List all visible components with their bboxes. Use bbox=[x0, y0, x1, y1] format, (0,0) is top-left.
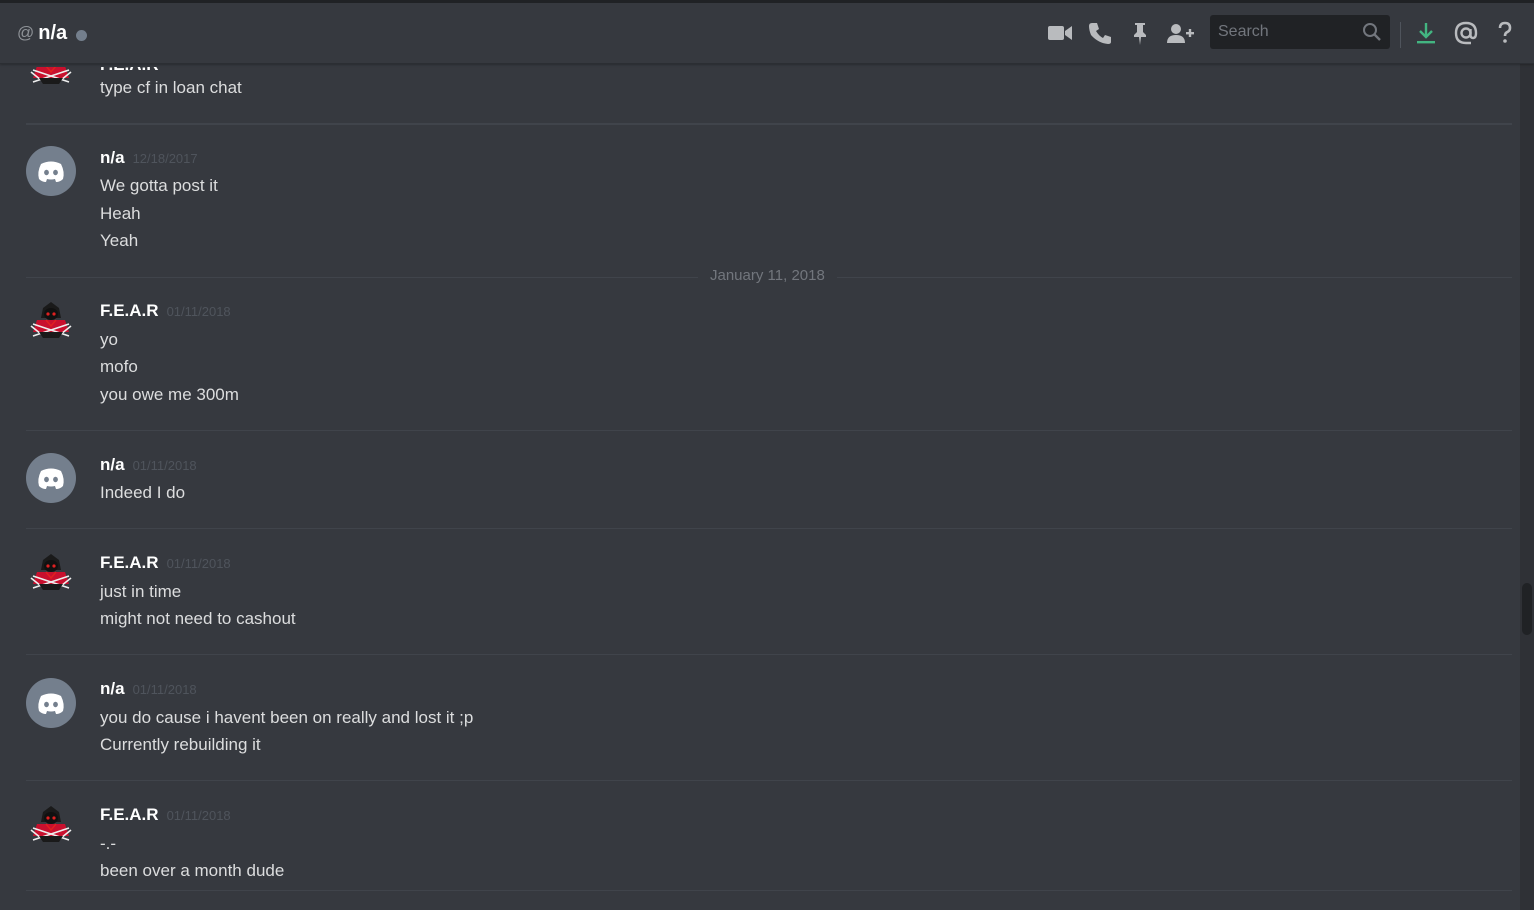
add-friend-icon[interactable] bbox=[1166, 20, 1194, 46]
search-icon[interactable] bbox=[1362, 22, 1382, 42]
message-text: mofo bbox=[100, 357, 138, 376]
chat-window: type cf in loan chat n/a 12/18/2017 We g… bbox=[0, 0, 1534, 910]
channel-header: @ n/a bbox=[0, 3, 1534, 64]
message-header: F.E.A.R 01/11/2018 bbox=[100, 553, 231, 573]
message-header: F.E.A.R 01/11/2018 bbox=[100, 805, 231, 825]
message-separator bbox=[26, 780, 1512, 781]
message-text: Currently rebuilding it bbox=[100, 735, 261, 754]
fear-avatar[interactable] bbox=[26, 299, 76, 349]
timestamp: 01/11/2018 bbox=[166, 556, 231, 571]
help-icon[interactable] bbox=[1492, 20, 1518, 46]
page-title: n/a bbox=[38, 21, 68, 44]
avatar[interactable] bbox=[26, 678, 76, 728]
message-text: Yeah bbox=[100, 231, 139, 250]
avatar[interactable] bbox=[26, 453, 76, 503]
discord-default-icon bbox=[38, 161, 64, 182]
message-text: Heah bbox=[100, 204, 141, 223]
message-text: type cf in loan chat bbox=[100, 78, 242, 97]
download-icon[interactable] bbox=[1413, 20, 1439, 46]
username[interactable]: n/a bbox=[100, 679, 125, 699]
date-divider: January 11, 2018 bbox=[698, 267, 837, 284]
fear-avatar[interactable] bbox=[26, 551, 76, 601]
username[interactable]: n/a bbox=[100, 455, 125, 475]
message-separator bbox=[26, 430, 1512, 431]
fear-avatar[interactable] bbox=[26, 803, 76, 853]
message-text: -.- bbox=[100, 834, 117, 853]
discord-default-icon bbox=[38, 693, 64, 714]
timestamp: 01/11/2018 bbox=[166, 808, 231, 823]
message-separator bbox=[26, 890, 1512, 891]
timestamp: 12/18/2017 bbox=[132, 151, 198, 166]
message-text: just in time bbox=[100, 582, 182, 601]
video-icon[interactable] bbox=[1047, 20, 1073, 46]
dm-title-area: @ n/a bbox=[0, 21, 88, 45]
message-text: you owe me 300m bbox=[100, 385, 239, 404]
message-header: n/a 12/18/2017 bbox=[100, 148, 198, 168]
scrollbar-track[interactable] bbox=[1520, 64, 1534, 910]
message-header: n/a 01/11/2018 bbox=[100, 455, 197, 475]
pin-icon[interactable] bbox=[1127, 20, 1153, 46]
message-header: n/a 01/11/2018 bbox=[100, 679, 197, 699]
message-group bbox=[26, 124, 1512, 125]
message-header: F.E.A.R 01/11/2018 bbox=[100, 301, 231, 321]
search-input[interactable] bbox=[1218, 23, 1358, 41]
message-text: you do cause i havent been on really and… bbox=[100, 708, 474, 727]
status-indicator bbox=[76, 29, 88, 41]
message-separator bbox=[26, 528, 1512, 529]
username[interactable]: F.E.A.R bbox=[100, 301, 159, 321]
username[interactable]: F.E.A.R bbox=[100, 553, 159, 573]
at-icon: @ bbox=[17, 23, 35, 42]
message-text: yo bbox=[100, 330, 118, 349]
avatar[interactable] bbox=[26, 146, 76, 196]
search-box[interactable] bbox=[1210, 15, 1390, 49]
timestamp: 01/11/2018 bbox=[166, 304, 231, 319]
phone-icon[interactable] bbox=[1087, 20, 1113, 46]
message-text: might not need to cashout bbox=[100, 609, 296, 628]
timestamp: 01/11/2018 bbox=[132, 682, 197, 697]
username[interactable]: F.E.A.R bbox=[100, 805, 159, 825]
discord-default-icon bbox=[38, 468, 64, 489]
message-text: been over a month dude bbox=[100, 861, 285, 880]
message-separator bbox=[26, 654, 1512, 655]
timestamp: 01/11/2018 bbox=[132, 458, 197, 473]
message-text: Indeed I do bbox=[100, 483, 186, 502]
mention-icon[interactable] bbox=[1453, 20, 1479, 46]
message-list: type cf in loan chat n/a 12/18/2017 We g… bbox=[0, 3, 1520, 910]
header-divider bbox=[1400, 22, 1401, 48]
message-text: We gotta post it bbox=[100, 176, 218, 195]
username[interactable]: n/a bbox=[100, 148, 125, 168]
scrollbar-thumb[interactable] bbox=[1522, 583, 1532, 635]
